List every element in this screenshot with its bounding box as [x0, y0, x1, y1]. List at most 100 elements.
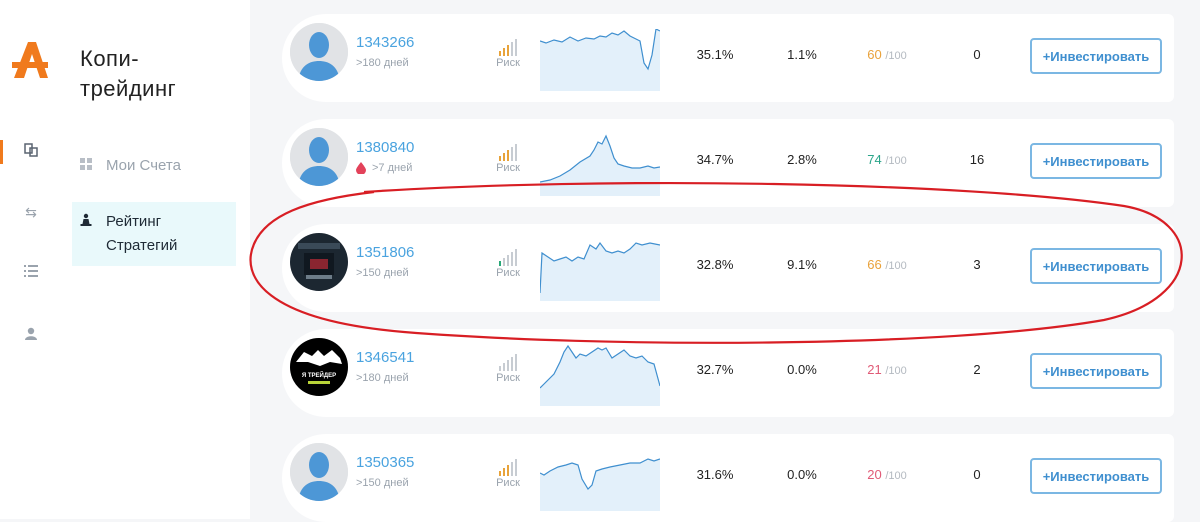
avatar[interactable] — [290, 128, 348, 186]
risk-bars — [493, 459, 523, 476]
chess-pawn-icon — [80, 210, 94, 234]
sparkline-area — [540, 29, 660, 91]
strategy-age: >150 дней — [356, 477, 409, 489]
strategy-id-link[interactable]: 1351806 — [356, 244, 414, 261]
risk-bar — [503, 468, 505, 476]
score: 66 /100 — [842, 257, 932, 272]
score-value: 60 — [867, 47, 882, 62]
page-title: Копи-трейдинг — [80, 46, 177, 101]
age-text: >180 дней — [356, 57, 409, 69]
strategy-age: >7 дней — [356, 162, 412, 174]
risk-bar — [499, 366, 501, 371]
age-text: >150 дней — [356, 477, 409, 489]
avatar[interactable] — [290, 23, 348, 81]
avatar[interactable]: Я ТРЕЙДЕР — [290, 338, 348, 396]
invest-button[interactable]: +Инвестировать — [1030, 143, 1162, 179]
age-text: >180 дней — [356, 372, 409, 384]
risk-bars — [493, 354, 523, 371]
avatar[interactable] — [290, 443, 348, 501]
score-value: 20 — [867, 467, 882, 482]
sparkline-area — [540, 243, 660, 301]
investors-count: 16 — [969, 152, 985, 167]
score-max: /100 — [885, 260, 907, 272]
sparkline-area — [540, 346, 660, 406]
copy-trading-icon[interactable] — [22, 143, 40, 161]
investors-count: 2 — [973, 362, 981, 377]
risk-bar — [511, 462, 513, 476]
score-max: /100 — [885, 50, 907, 62]
risk-bar — [515, 459, 517, 476]
drawdown-value: 2.8% — [787, 152, 817, 167]
strategy-age: >180 дней — [356, 372, 409, 384]
score-value: 66 — [867, 257, 882, 272]
strategy-id-link[interactable]: 1350365 — [356, 454, 414, 471]
side-menu: Копи-трейдинг Мои Счета Рейтинг Стратеги… — [60, 0, 250, 519]
performance-sparkline — [540, 29, 660, 91]
menu-item-strategy-rating[interactable]: Рейтинг Стратегий — [72, 202, 236, 266]
risk-bar — [515, 144, 517, 161]
score-value: 21 — [867, 362, 882, 377]
risk-bar — [503, 363, 505, 371]
risk-bar — [503, 258, 505, 266]
risk-bars — [493, 249, 523, 266]
risk-indicator: Риск — [493, 249, 523, 279]
menu-item-label: Мои Счета — [106, 157, 181, 174]
drawdown-value: 9.1% — [787, 257, 817, 272]
score-max: /100 — [885, 470, 907, 482]
invest-button[interactable]: +Инвестировать — [1030, 248, 1162, 284]
risk-bar — [515, 249, 517, 266]
risk-bar — [507, 360, 509, 371]
drawdown-value: 0.0% — [787, 467, 817, 482]
strategy-card: Я ТРЕЙДЕР 1346541 >180 дней Риск 32.7% 0… — [282, 329, 1174, 417]
performance-sparkline — [540, 134, 660, 196]
investors-count: 0 — [973, 47, 981, 62]
risk-bar — [507, 150, 509, 161]
rail-active-indicator — [0, 140, 3, 164]
list-icon[interactable] — [22, 263, 40, 281]
risk-bar — [511, 42, 513, 56]
invest-button[interactable]: +Инвестировать — [1030, 458, 1162, 494]
risk-bar — [499, 261, 501, 266]
risk-indicator: Риск — [493, 144, 523, 174]
menu-item-my-accounts[interactable]: Мои Счета — [72, 156, 236, 176]
risk-label: Риск — [496, 57, 520, 69]
risk-bar — [499, 471, 501, 476]
strategy-card: 1351806 >150 дней Риск 32.8% 9.1% 66 /10… — [282, 224, 1174, 312]
avatar[interactable] — [290, 233, 348, 291]
grid-icon — [80, 156, 94, 176]
risk-bar — [499, 156, 501, 161]
strategy-id-link[interactable]: 1346541 — [356, 349, 414, 366]
investors-count: 0 — [973, 467, 981, 482]
strategy-card: 1380840 >7 дней Риск 34.7% 2.8% 74 /100 … — [282, 119, 1174, 207]
risk-indicator: Риск — [493, 459, 523, 489]
invest-button[interactable]: +Инвестировать — [1030, 353, 1162, 389]
risk-bars — [493, 144, 523, 161]
risk-label: Риск — [496, 162, 520, 174]
drawdown-value: 1.1% — [787, 47, 817, 62]
performance-sparkline — [540, 458, 660, 511]
risk-bar — [515, 39, 517, 56]
risk-bar — [507, 45, 509, 56]
risk-bar — [499, 51, 501, 56]
investors-count: 3 — [973, 257, 981, 272]
score: 60 /100 — [842, 47, 932, 62]
invest-button[interactable]: +Инвестировать — [1030, 38, 1162, 74]
risk-bar — [507, 255, 509, 266]
risk-bar — [503, 48, 505, 56]
icon-rail: ⇆ — [0, 0, 61, 519]
user-icon[interactable] — [22, 326, 40, 344]
sparkline-area — [540, 136, 660, 196]
risk-indicator: Риск — [493, 39, 523, 69]
risk-bars — [493, 39, 523, 56]
risk-bar — [511, 357, 513, 371]
strategy-id-link[interactable]: 1380840 — [356, 139, 414, 156]
transfer-icon[interactable]: ⇆ — [22, 203, 40, 221]
return-value: 35.1% — [696, 47, 734, 62]
score: 20 /100 — [842, 467, 932, 482]
strategy-id-link[interactable]: 1343266 — [356, 34, 414, 51]
risk-label: Риск — [496, 372, 520, 384]
score-value: 74 — [867, 152, 882, 167]
return-value: 32.8% — [696, 257, 734, 272]
brand-logo — [12, 42, 48, 78]
risk-bar — [511, 252, 513, 266]
